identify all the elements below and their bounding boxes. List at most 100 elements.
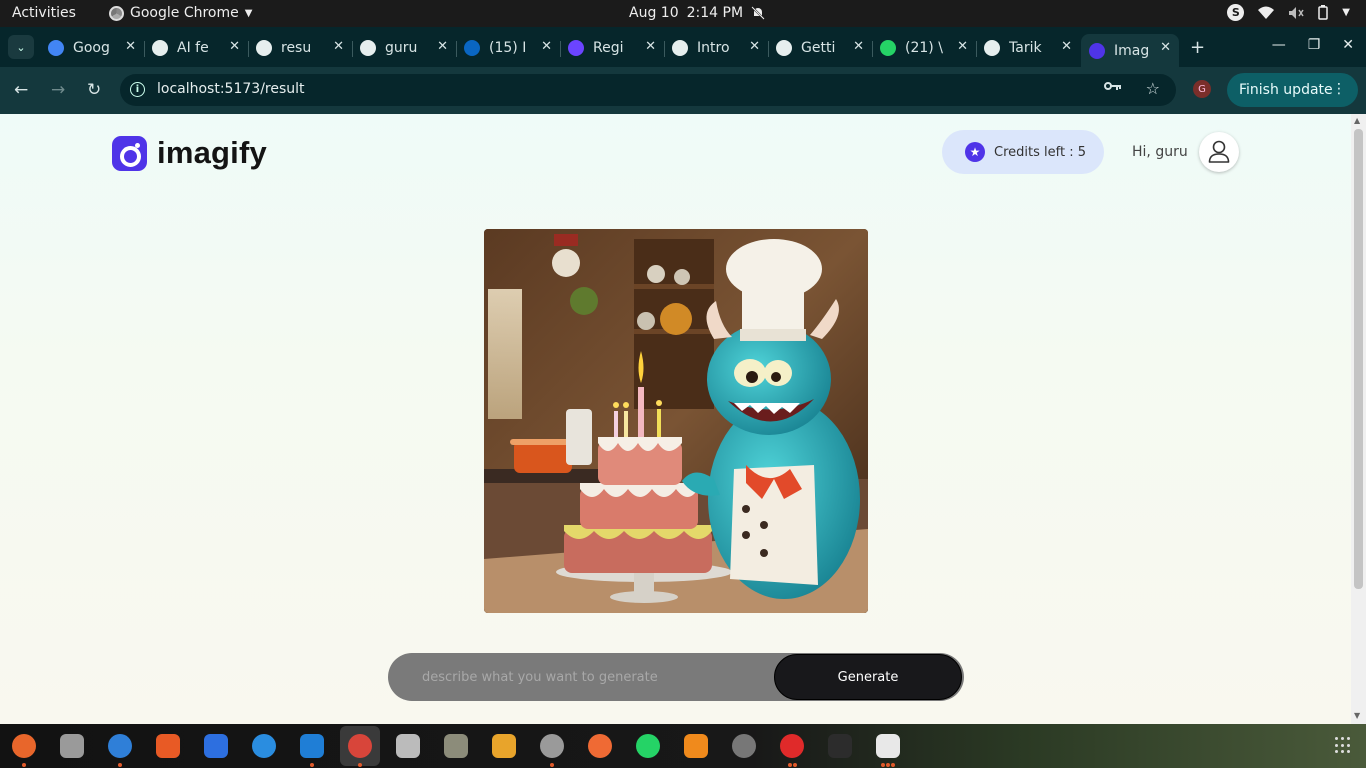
- skype-icon[interactable]: S: [1227, 4, 1245, 21]
- tab-label: Getti: [801, 40, 836, 56]
- reload-icon[interactable]: ↻: [87, 80, 101, 100]
- system-tray[interactable]: S ▼: [1227, 4, 1350, 21]
- browser-tab[interactable]: guru ✕: [352, 33, 457, 63]
- imagify-icon: [1089, 42, 1105, 59]
- github-icon: [984, 40, 1000, 56]
- site-info-icon[interactable]: i: [130, 82, 145, 97]
- time: 2:14 PM: [686, 5, 744, 21]
- app-center-icon[interactable]: [156, 734, 180, 758]
- more-menu-icon[interactable]: ⋮: [1332, 81, 1346, 97]
- prompt-input[interactable]: [408, 653, 768, 701]
- forward-icon[interactable]: →: [51, 80, 65, 100]
- thunderbird-icon[interactable]: [108, 734, 132, 758]
- generate-button[interactable]: Generate: [774, 654, 962, 700]
- browser-tab[interactable]: Intro ✕: [664, 33, 769, 63]
- whatsapp-icon[interactable]: [636, 734, 660, 758]
- monster-chef-cake-illustration: [484, 229, 868, 613]
- archive-icon[interactable]: [444, 734, 468, 758]
- package-icon[interactable]: [492, 734, 516, 758]
- close-tab-icon[interactable]: ✕: [853, 39, 864, 54]
- close-tab-icon[interactable]: ✕: [957, 39, 968, 54]
- taskbar-dock: [0, 724, 1366, 768]
- window-controls: — ❐ ✕: [1272, 37, 1354, 53]
- scroll-up-icon[interactable]: ▲: [1354, 116, 1360, 125]
- show-apps-grid-icon[interactable]: [1335, 737, 1352, 754]
- close-tab-icon[interactable]: ✕: [645, 39, 656, 54]
- text-editor-icon[interactable]: [204, 734, 228, 758]
- new-tab-button[interactable]: +: [1190, 37, 1205, 58]
- tab-label: Imag: [1114, 42, 1150, 59]
- address-bar[interactable]: i localhost:5173/result ☆: [120, 74, 1176, 106]
- profile-avatar[interactable]: G: [1193, 80, 1211, 98]
- generated-image: [484, 229, 868, 613]
- credits-label: Credits left : 5: [994, 144, 1086, 160]
- wifi-icon: [1258, 6, 1275, 19]
- close-window-icon[interactable]: ✕: [1342, 37, 1354, 53]
- bookmark-star-icon[interactable]: ☆: [1146, 79, 1160, 98]
- brand-logo[interactable]: imagify: [112, 135, 267, 171]
- browser-tab[interactable]: resu ✕: [248, 33, 353, 63]
- whatsapp-icon: [880, 40, 896, 56]
- chrome-icon: [109, 5, 124, 21]
- close-tab-icon[interactable]: ✕: [229, 39, 240, 54]
- app-menu[interactable]: Google Chrome ▼: [109, 5, 252, 21]
- notifications-off-icon: [751, 6, 765, 20]
- files-icon[interactable]: [60, 734, 84, 758]
- browser-tab[interactable]: Tarik ✕: [976, 33, 1080, 63]
- password-key-icon[interactable]: [1104, 80, 1122, 92]
- date: Aug 10: [629, 5, 679, 21]
- tab-label: resu: [281, 40, 312, 56]
- browser-tab[interactable]: Regi ✕: [560, 33, 665, 63]
- six-icon: [152, 40, 168, 56]
- scroll-down-icon[interactable]: ▼: [1354, 711, 1360, 720]
- chrome-icon[interactable]: [348, 734, 372, 758]
- url-text[interactable]: localhost:5173/result: [157, 81, 305, 97]
- screenshot-icon[interactable]: [396, 734, 420, 758]
- text-viewer-icon[interactable]: [876, 734, 900, 758]
- browser-tab[interactable]: Getti ✕: [768, 33, 873, 63]
- six-icon: [256, 40, 272, 56]
- user-avatar[interactable]: [1199, 132, 1239, 172]
- running-indicator: [891, 763, 895, 767]
- close-tab-icon[interactable]: ✕: [749, 39, 760, 54]
- clock[interactable]: Aug 10 2:14 PM: [629, 5, 765, 21]
- minimize-icon[interactable]: —: [1272, 37, 1286, 53]
- vscode-icon[interactable]: [300, 734, 324, 758]
- browser-tab[interactable]: Goog ✕: [40, 33, 145, 63]
- browser-toolbar: ← → ↻ i localhost:5173/result ☆: [0, 67, 1366, 114]
- prompt-form: Generate: [388, 653, 964, 701]
- back-icon[interactable]: ←: [14, 80, 28, 100]
- tab-strip: ⌄ Goog ✕ AI fe ✕ resu ✕ guru ✕ (15) I ✕ Regi ✕ Intro…: [0, 27, 1366, 67]
- page-scrollbar[interactable]: ▲ ▼: [1351, 114, 1366, 724]
- close-tab-icon[interactable]: ✕: [437, 39, 448, 54]
- scrollbar-thumb[interactable]: [1354, 129, 1363, 589]
- postman-icon[interactable]: [588, 734, 612, 758]
- tab-label: Intro: [697, 40, 730, 56]
- close-tab-icon[interactable]: ✕: [125, 39, 136, 54]
- close-tab-icon[interactable]: ✕: [333, 39, 344, 54]
- running-indicator: [358, 763, 362, 767]
- close-tab-icon[interactable]: ✕: [1061, 39, 1072, 54]
- running-indicator: [118, 763, 122, 767]
- inkscape-icon[interactable]: [732, 734, 756, 758]
- app-menu-label: Google Chrome: [130, 5, 239, 21]
- credits-badge[interactable]: ★ Credits left : 5: [942, 130, 1104, 174]
- help-icon[interactable]: [252, 734, 276, 758]
- firefox-icon[interactable]: [12, 734, 36, 758]
- close-tab-icon[interactable]: ✕: [1160, 40, 1171, 55]
- activities-button[interactable]: Activities: [12, 5, 76, 21]
- maximize-icon[interactable]: ❐: [1308, 37, 1321, 53]
- close-tab-icon[interactable]: ✕: [541, 39, 552, 54]
- browser-tab[interactable]: AI fe ✕: [144, 33, 249, 63]
- browser-tab[interactable]: (21) \ ✕: [872, 33, 977, 63]
- tab-search-button[interactable]: ⌄: [8, 35, 34, 59]
- caret-down-icon: ▼: [244, 7, 253, 19]
- settings-icon[interactable]: [540, 734, 564, 758]
- browser-tab[interactable]: Imag ✕: [1081, 34, 1179, 67]
- vlc-icon[interactable]: [684, 734, 708, 758]
- finish-update-button[interactable]: Finish update ⋮: [1227, 73, 1358, 107]
- terminal-icon[interactable]: [828, 734, 852, 758]
- update-alert-icon[interactable]: [780, 734, 804, 758]
- tab-label: guru: [385, 40, 418, 56]
- browser-tab[interactable]: (15) I ✕: [456, 33, 561, 63]
